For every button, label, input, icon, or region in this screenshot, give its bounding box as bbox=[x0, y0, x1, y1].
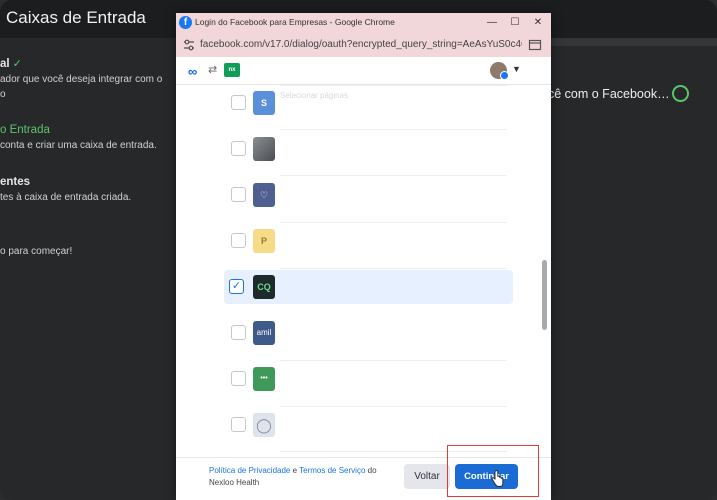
page-thumbnail bbox=[253, 137, 275, 161]
facebook-badge-icon bbox=[500, 71, 509, 80]
app-logo-icon: nx bbox=[224, 63, 240, 77]
page-thumbnail: ♡ bbox=[253, 183, 275, 207]
radio-circle-icon[interactable] bbox=[672, 85, 689, 102]
list-item[interactable]: P bbox=[226, 224, 513, 258]
chevron-down-icon[interactable]: ▼ bbox=[512, 64, 521, 74]
list-item[interactable]: S bbox=[226, 86, 513, 120]
app-subbar bbox=[548, 38, 717, 46]
policy-text: Política de Privacidade e Termos de Serv… bbox=[209, 465, 399, 489]
list-item-selected[interactable]: ✓ CQ bbox=[224, 270, 513, 304]
address-bar[interactable]: facebook.com/v17.0/dialog/oauth?encrypte… bbox=[176, 33, 551, 57]
dialog-header: ∞ ⇄ nx ▼ bbox=[176, 57, 551, 85]
open-in-window-icon[interactable] bbox=[528, 38, 542, 52]
maximize-icon[interactable]: ☐ bbox=[504, 15, 526, 31]
checkbox[interactable] bbox=[231, 417, 246, 432]
step-1: al ✓ ador que você deseja integrar com o … bbox=[0, 57, 162, 102]
list-item[interactable]: ♡ bbox=[226, 178, 513, 212]
window-titlebar: f Login do Facebook para Empresas - Goog… bbox=[176, 13, 551, 33]
meta-logo-icon: ∞ bbox=[188, 64, 197, 79]
step-3: entes tes à caixa de entrada criada. bbox=[0, 175, 131, 205]
window-title: Login do Facebook para Empresas - Google… bbox=[195, 17, 395, 27]
url-text[interactable]: facebook.com/v17.0/dialog/oauth?encrypte… bbox=[200, 39, 522, 50]
page-thumbnail: amil bbox=[253, 321, 275, 345]
step-1-desc-line-2: o bbox=[0, 89, 6, 100]
swap-icon: ⇄ bbox=[208, 64, 218, 76]
checkbox[interactable] bbox=[231, 141, 246, 156]
step-2: o Entrada conta e criar uma caixa de ent… bbox=[0, 123, 157, 153]
checkbox[interactable] bbox=[231, 233, 246, 248]
step-3-desc: tes à caixa de entrada criada. bbox=[0, 192, 132, 203]
minimize-icon[interactable]: — bbox=[481, 15, 503, 31]
list-item[interactable]: ••• bbox=[226, 362, 513, 396]
divider bbox=[280, 222, 507, 223]
list-item[interactable]: ◯ bbox=[226, 408, 513, 442]
page-thumbnail: ◯ bbox=[253, 413, 275, 437]
site-settings-icon[interactable] bbox=[182, 38, 196, 52]
step-4-desc: o para começar! bbox=[0, 246, 73, 257]
divider bbox=[280, 175, 507, 176]
divider bbox=[280, 268, 507, 269]
divider bbox=[280, 129, 507, 130]
facebook-favicon-icon: f bbox=[179, 16, 192, 29]
company-name: Nexloo Health bbox=[209, 478, 260, 487]
privacy-policy-link[interactable]: Política de Privacidade bbox=[209, 466, 290, 475]
terms-link[interactable]: Termos de Serviço bbox=[299, 466, 365, 475]
policy-of: do bbox=[365, 466, 377, 475]
facebook-option-label: cê com o Facebook… bbox=[548, 87, 670, 101]
step-4: o para começar! bbox=[0, 244, 72, 259]
policy-and: e bbox=[290, 466, 300, 475]
divider bbox=[280, 360, 507, 361]
facebook-connect-option[interactable]: cê com o Facebook… bbox=[548, 84, 717, 106]
hand-cursor-icon bbox=[491, 470, 504, 487]
list-item[interactable] bbox=[226, 132, 513, 166]
page-thumbnail: S bbox=[253, 91, 275, 115]
page-selection-list[interactable]: Selecionar páginas S ♡ P ✓ CQ amil ••• ◯ bbox=[176, 85, 551, 457]
checkbox-checked[interactable]: ✓ bbox=[229, 279, 244, 294]
step-2-heading: o Entrada bbox=[0, 124, 50, 136]
close-icon[interactable]: ✕ bbox=[527, 15, 549, 31]
back-button[interactable]: Voltar bbox=[404, 464, 450, 489]
checkbox[interactable] bbox=[231, 325, 246, 340]
facebook-login-popup: f Login do Facebook para Empresas - Goog… bbox=[176, 13, 551, 500]
check-icon: ✓ bbox=[12, 58, 22, 70]
page-thumbnail: CQ bbox=[253, 275, 275, 299]
list-item[interactable]: amil bbox=[226, 316, 513, 350]
page-thumbnail: ••• bbox=[253, 367, 275, 391]
divider bbox=[280, 406, 507, 407]
checkbox[interactable] bbox=[231, 187, 246, 202]
step-3-heading: entes bbox=[0, 176, 31, 188]
page-thumbnail: P bbox=[253, 229, 275, 253]
checkbox[interactable] bbox=[231, 95, 246, 110]
step-1-desc-line-1: ador que você deseja integrar com o bbox=[0, 74, 163, 85]
scrollbar[interactable] bbox=[542, 260, 547, 330]
step-1-heading: al bbox=[0, 58, 10, 70]
step-2-desc: conta e criar uma caixa de entrada. bbox=[0, 140, 157, 151]
checkbox[interactable] bbox=[231, 371, 246, 386]
page-title: Caixas de Entrada bbox=[6, 8, 146, 27]
